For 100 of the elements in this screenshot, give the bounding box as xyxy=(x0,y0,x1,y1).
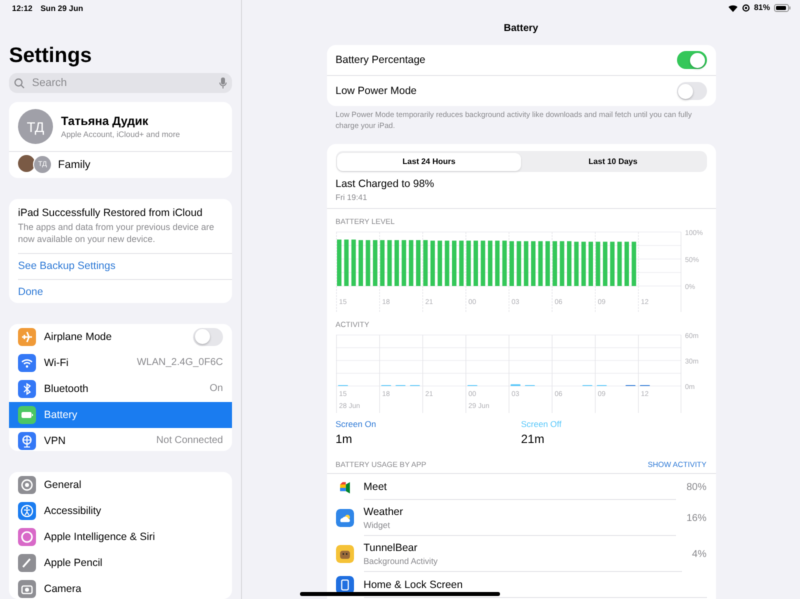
battery-level-bar xyxy=(580,242,586,286)
battery-level-bar xyxy=(487,240,492,286)
battery-level-bar xyxy=(631,242,636,286)
notice-link[interactable]: Done xyxy=(18,278,232,303)
battery-level-bar xyxy=(552,241,557,286)
toggle-switch[interactable] xyxy=(676,51,706,69)
battery-level-bar xyxy=(610,242,614,286)
notice-link[interactable]: See Backup Settings xyxy=(18,252,232,279)
setting-label: Low Power Mode xyxy=(336,85,418,97)
battery-level-bar xyxy=(430,240,434,286)
search-icon xyxy=(14,78,25,88)
sidebar-item[interactable]: Camera xyxy=(9,576,232,599)
battery-level-bar xyxy=(437,240,442,286)
battery-percent: 81% xyxy=(754,3,770,12)
battery-level-bar xyxy=(458,240,464,286)
app-usage-row[interactable]: TunnelBear Background Activity 4% xyxy=(326,536,716,572)
search-bar[interactable]: Search xyxy=(9,72,232,94)
battery-level-bar xyxy=(358,240,363,286)
battery-level-bar xyxy=(422,240,428,286)
battery-level-bar xyxy=(408,240,413,286)
legend-label: Screen On xyxy=(336,419,378,430)
legend-label: Screen Off xyxy=(521,419,562,430)
sidebar-item[interactable]: Airplane Mode xyxy=(9,324,232,350)
row-value: Not Connected xyxy=(156,435,223,446)
item-label: Battery xyxy=(44,408,78,421)
app-subtitle: Widget xyxy=(364,520,391,530)
app-name: Home & Lock Screen xyxy=(364,578,464,591)
battery-level-bar xyxy=(595,242,600,286)
battery-level-bar xyxy=(350,240,356,286)
item-label: Bluetooth xyxy=(44,382,90,395)
sidebar-item[interactable]: Battery xyxy=(9,402,232,428)
last-charged-title: Last Charged to 98% xyxy=(336,178,436,190)
battery-level-bar xyxy=(574,242,578,286)
toggle-switch[interactable] xyxy=(676,82,706,100)
app-name: Meet xyxy=(364,480,388,493)
app-subtitle: Background Activity xyxy=(364,556,439,566)
battery-icon xyxy=(774,4,791,12)
row-value: WLAN_2.4G_0F6C xyxy=(136,357,223,368)
battery-level-bar xyxy=(588,242,593,286)
battery-level-bar xyxy=(502,240,506,286)
battery-level-bar xyxy=(480,240,485,286)
toggle-switch[interactable] xyxy=(193,328,223,346)
app-usage-row[interactable]: Weather Widget 16% xyxy=(326,500,716,536)
notice-title: iPad Successfully Restored from iCloud xyxy=(17,206,204,221)
sidebar-item[interactable]: Accessibility xyxy=(9,498,232,524)
battery-level-bar xyxy=(538,241,542,286)
battery-level-bar xyxy=(530,241,536,286)
last-charged-time: Fri 19:41 xyxy=(336,193,368,202)
duration-value: 1m xyxy=(336,432,354,446)
item-label: Apple Pencil xyxy=(44,556,104,569)
battery-level-bar xyxy=(602,242,607,286)
battery-level-bar xyxy=(544,241,550,286)
item-label: Wi-Fi xyxy=(44,356,70,369)
setting-label: Battery Percentage xyxy=(336,54,426,66)
battery-level-bar xyxy=(516,241,521,286)
item-label: VPN xyxy=(44,434,67,447)
item-label: Apple Intelligence & Siri xyxy=(44,530,156,543)
photo-placeholder xyxy=(18,155,35,172)
status-date: Sun 29 Jun xyxy=(40,4,84,15)
profile-subtitle: Apple Account, iCloud+ and more xyxy=(61,130,180,140)
battery-level-bar xyxy=(509,241,514,286)
sidebar-item[interactable]: Apple Pencil xyxy=(9,550,232,576)
battery-level-bar xyxy=(452,240,456,286)
segment-tab[interactable]: Last 24 Hours xyxy=(337,152,521,171)
item-label: General xyxy=(44,478,82,491)
item-label: Airplane Mode xyxy=(44,330,113,343)
search-input[interactable]: Search xyxy=(30,76,214,90)
rotation-lock-icon xyxy=(742,4,750,12)
battery-level-bar xyxy=(566,241,571,286)
battery-level-bar xyxy=(416,240,420,286)
segment-tab[interactable]: Last 10 Days xyxy=(521,152,705,171)
sidebar-item[interactable]: Apple Intelligence & Siri xyxy=(9,524,232,550)
battery-level-bar xyxy=(380,240,384,286)
battery-level-bar xyxy=(336,240,341,286)
battery-level-bar xyxy=(473,240,478,286)
profile-name: Татьяна Дудик xyxy=(61,114,150,128)
battery-level-bar xyxy=(344,240,348,286)
battery-level-bar xyxy=(494,240,500,286)
notice-text: The apps and data from your previous device are now available on your new device. xyxy=(17,220,216,246)
battery-level-bar xyxy=(365,240,370,286)
status-time: 12:12 xyxy=(12,4,32,15)
cloud-sun-icon xyxy=(336,509,354,528)
family-label: Family xyxy=(58,158,90,171)
battery-level-bar xyxy=(401,240,406,286)
app-usage-row[interactable]: Meet 80% xyxy=(326,474,716,500)
microphone-icon[interactable] xyxy=(219,77,227,89)
sidebar-item[interactable]: General xyxy=(9,472,232,498)
usage-percent: 80% xyxy=(686,482,706,493)
battery-level-bar xyxy=(466,240,470,286)
sidebar-item[interactable]: Wi-Fi WLAN_2.4G_0F6C xyxy=(9,350,232,376)
battery-level-bar xyxy=(616,242,622,286)
battery-level-bar xyxy=(372,240,377,286)
avatar-initials: ТД xyxy=(18,109,53,144)
sidebar-item[interactable]: VPN Not Connected xyxy=(9,428,232,451)
app-name: Weather xyxy=(364,506,404,518)
sidebar-item[interactable]: Bluetooth On xyxy=(9,376,232,402)
wifi-icon xyxy=(728,4,738,12)
item-label: Accessibility xyxy=(44,504,102,517)
duration-value: 21m xyxy=(521,432,546,446)
bear-icon xyxy=(336,545,354,564)
